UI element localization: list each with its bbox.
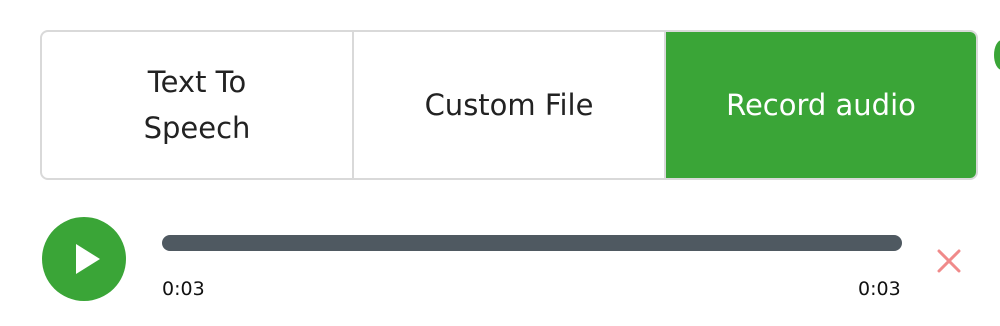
- current-time: 0:03: [162, 278, 205, 300]
- tab-text-to-speech[interactable]: Text To Speech: [42, 32, 352, 178]
- play-icon: [76, 244, 100, 274]
- edge-indicator: [994, 40, 1000, 70]
- duration-time: 0:03: [858, 278, 901, 300]
- audio-source-tabs: Text To Speech Custom File Record audio: [40, 30, 978, 180]
- play-button[interactable]: [42, 217, 126, 301]
- remove-button[interactable]: [934, 246, 964, 276]
- tab-label-record-audio: Record audio: [726, 88, 916, 122]
- audio-source-panel: Text To Speech Custom File Record audio …: [0, 0, 1000, 326]
- tab-record-audio[interactable]: Record audio: [664, 32, 976, 178]
- audio-player: 0:03 0:03: [0, 190, 1000, 326]
- progress-track[interactable]: [162, 235, 902, 251]
- tab-custom-file[interactable]: Custom File: [352, 32, 664, 178]
- tab-label-custom-file: Custom File: [424, 88, 594, 122]
- close-icon: [937, 249, 961, 273]
- tab-label-text-to-speech: Text To Speech: [143, 65, 251, 145]
